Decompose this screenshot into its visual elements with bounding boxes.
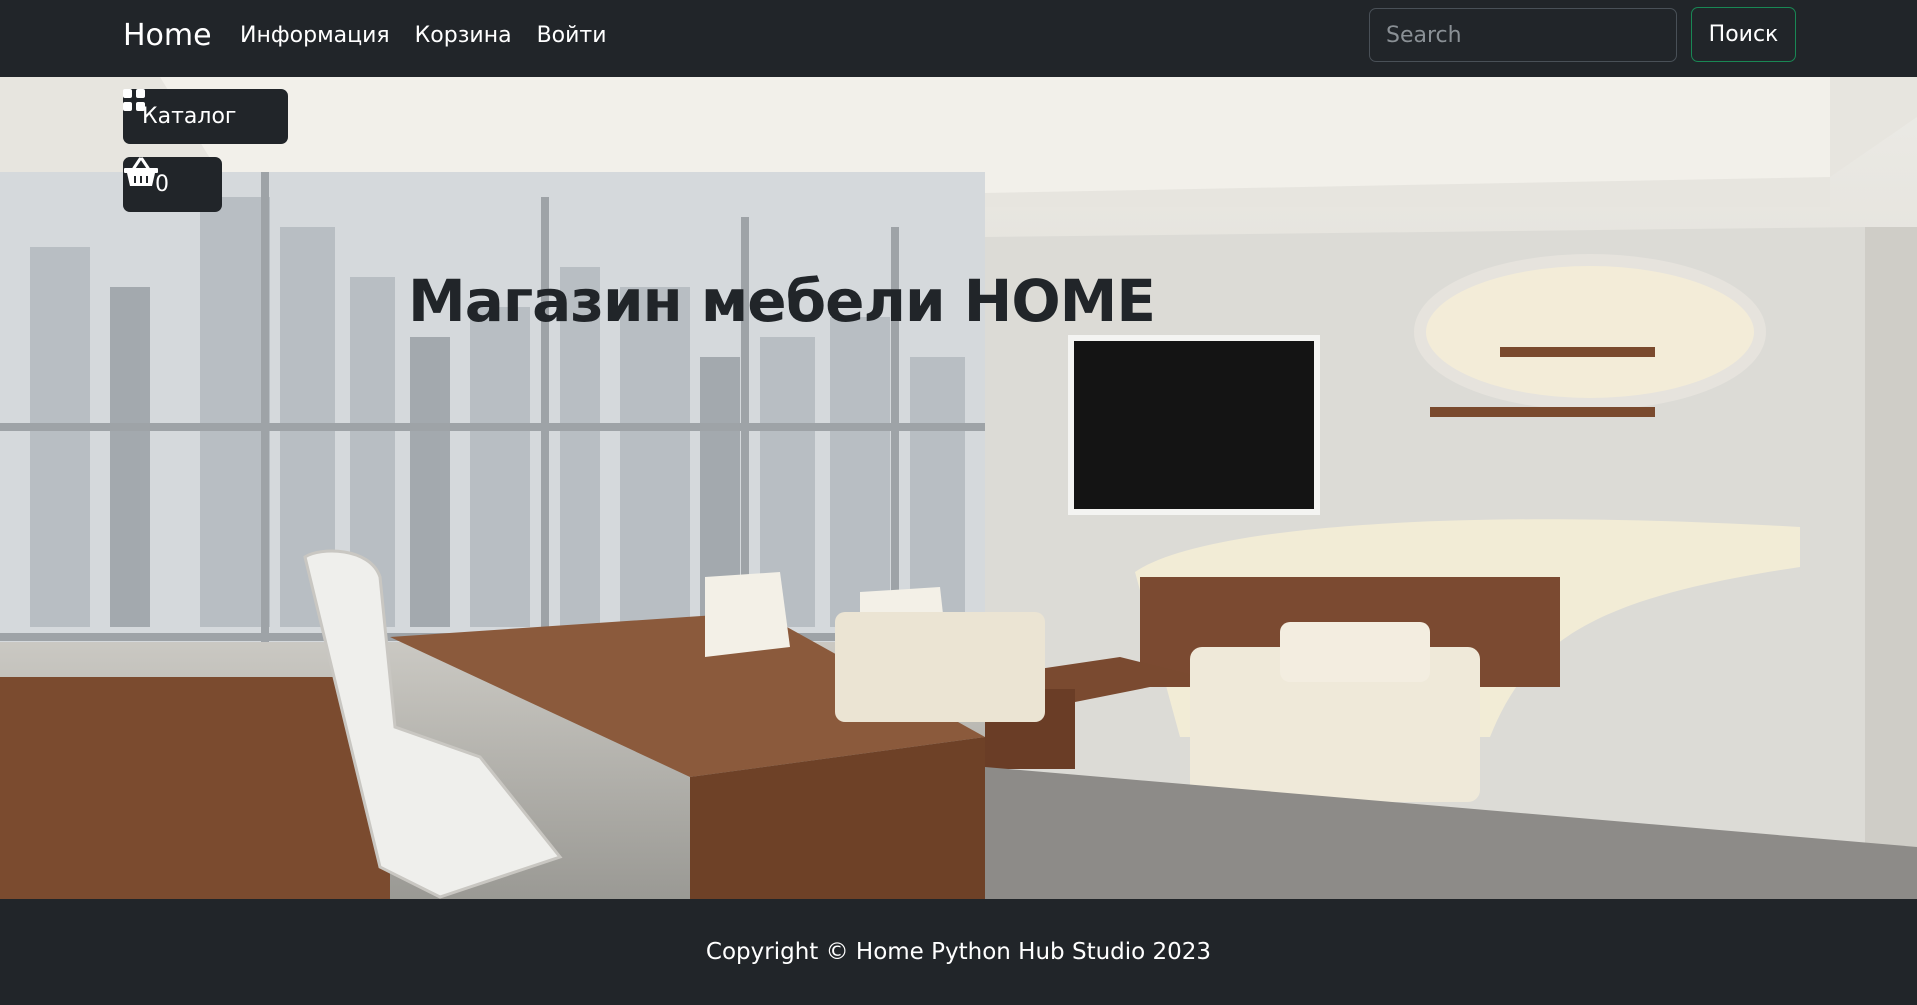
office-background-image: [0, 77, 1917, 899]
search-button[interactable]: Поиск: [1691, 7, 1796, 62]
navbar: Home Информация Корзина Войти Поиск: [0, 0, 1917, 77]
nav-link-login[interactable]: Войти: [537, 20, 607, 52]
catalog-label: Каталог: [142, 104, 237, 129]
footer: Copyright © Home Python Hub Studio 2023: [0, 899, 1917, 1005]
nav-link-info[interactable]: Информация: [240, 20, 390, 52]
basket-icon: [124, 157, 158, 186]
catalog-button[interactable]: Каталог: [123, 89, 288, 144]
nav-links: Информация Корзина Войти: [240, 20, 607, 52]
nav-link-cart[interactable]: Корзина: [415, 20, 512, 52]
hero-section: Каталог 0 Магазин мебели HOME: [0, 77, 1917, 899]
copyright-text: Copyright © Home Python Hub Studio 2023: [705, 939, 1212, 965]
search-input[interactable]: [1369, 8, 1677, 62]
cart-button[interactable]: 0: [123, 157, 222, 212]
page-title: Магазин мебели HOME: [408, 267, 1156, 335]
grid-icon: [123, 89, 145, 111]
brand-link[interactable]: Home: [123, 16, 212, 56]
